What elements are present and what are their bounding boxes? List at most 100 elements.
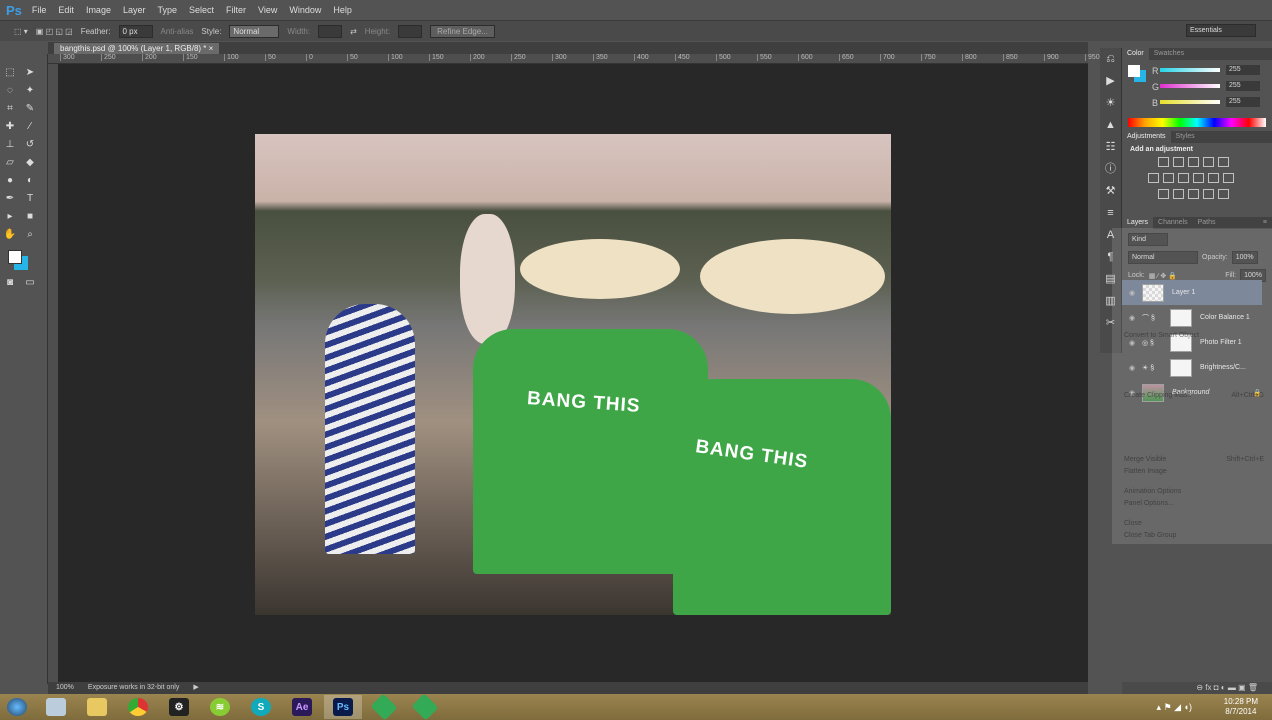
eyedropper-icon[interactable]: ✎ [23, 102, 37, 116]
blue-value[interactable]: 255 [1226, 97, 1260, 107]
start-button[interactable] [0, 695, 34, 719]
red-slider[interactable] [1160, 68, 1220, 72]
menu-item[interactable]: Merge Visible Shift+Ctrl+E [1124, 456, 1264, 463]
menu-select[interactable]: Select [189, 5, 214, 15]
menu-layer[interactable]: Layer [123, 5, 146, 15]
menu-window[interactable]: Window [289, 5, 321, 15]
taskbar-after-effects[interactable]: Ae [283, 695, 321, 719]
taskbar-explorer[interactable] [78, 695, 116, 719]
menu-item[interactable]: Close Tab Group [1124, 532, 1264, 539]
style-select[interactable]: Normal [229, 24, 280, 38]
width-input[interactable] [318, 24, 343, 38]
black-white-icon[interactable] [1178, 173, 1189, 183]
taskbar-chrome[interactable] [119, 695, 157, 719]
tool-presets-icon[interactable]: ⚒ [1100, 180, 1121, 202]
paint-bucket-icon[interactable]: ◆ [23, 156, 37, 170]
menu-help[interactable]: Help [333, 5, 352, 15]
menu-item[interactable]: Animation Options [1124, 488, 1264, 495]
exposure-icon[interactable] [1203, 157, 1214, 167]
zoom-tool-icon[interactable]: ⌕ [23, 228, 37, 242]
menu-image[interactable]: Image [86, 5, 111, 15]
hand-tool-icon[interactable]: ✋ [3, 228, 17, 242]
histogram-icon[interactable]: ▲ [1100, 114, 1121, 136]
zoom-level[interactable]: 100% [56, 682, 74, 694]
taskbar-notepad[interactable] [37, 695, 75, 719]
workspace-select[interactable]: Essentials [1186, 24, 1256, 37]
screen-mode-icon[interactable]: ▭ [23, 276, 37, 290]
crop-tool-icon[interactable]: ⌗ [3, 102, 17, 116]
taskbar-spotify[interactable]: ≋ [201, 695, 239, 719]
channel-mixer-icon[interactable] [1208, 173, 1219, 183]
swap-icon[interactable]: ⇄ [350, 27, 357, 36]
height-input[interactable] [398, 24, 423, 38]
move-tool-icon[interactable]: ➤ [23, 66, 37, 80]
type-tool-icon[interactable]: T [23, 192, 37, 206]
taskbar-skype[interactable]: S [242, 695, 280, 719]
green-value[interactable]: 255 [1226, 81, 1260, 91]
system-tray-icons[interactable]: ▴ ⚑ ◢ ◖) [1157, 702, 1192, 713]
marquee-tool-icon[interactable]: ⬚ [3, 66, 17, 80]
menu-item[interactable]: Close [1124, 520, 1264, 527]
foreground-color-swatch[interactable] [8, 250, 22, 264]
document-image[interactable]: BANG THIS BANG THIS [255, 134, 891, 615]
blur-tool-icon[interactable]: ● [3, 174, 17, 188]
brightness-icon[interactable] [1158, 157, 1169, 167]
color-lookup-icon[interactable] [1223, 173, 1234, 183]
blue-slider[interactable] [1160, 100, 1220, 104]
shape-tool-icon[interactable]: ■ [23, 210, 37, 224]
taskbar-steam[interactable]: ⚙ [160, 695, 198, 719]
anti-alias-checkbox[interactable]: Anti-alias [161, 27, 194, 36]
menu-type[interactable]: Type [157, 5, 177, 15]
pen-tool-icon[interactable]: ✒ [3, 192, 17, 206]
history-brush-icon[interactable]: ↺ [23, 138, 37, 152]
color-swatches[interactable] [8, 248, 47, 274]
clock[interactable]: 10:28 PM 8/7/2014 [1224, 697, 1258, 717]
color-balance-icon[interactable] [1163, 173, 1174, 183]
curves-icon[interactable] [1188, 157, 1199, 167]
taskbar-photoshop[interactable]: Ps [324, 695, 362, 719]
menu-filter[interactable]: Filter [226, 5, 246, 15]
history-icon[interactable]: ⎌ [1100, 48, 1121, 70]
menu-item[interactable]: Panel Options... [1124, 500, 1264, 507]
info-icon[interactable]: ⓘ [1100, 158, 1121, 180]
actions-icon[interactable]: ▶ [1100, 70, 1121, 92]
refine-edge-button[interactable]: Refine Edge... [430, 24, 495, 38]
tab-styles[interactable]: Styles [1171, 131, 1200, 143]
magic-wand-icon[interactable]: ✦ [23, 84, 37, 98]
tab-color[interactable]: Color [1122, 48, 1149, 60]
photo-filter-icon[interactable] [1193, 173, 1204, 183]
marquee-tool-icon[interactable]: ⬚ ▾ [14, 27, 28, 36]
levels-icon[interactable] [1173, 157, 1184, 167]
posterize-icon[interactable] [1173, 189, 1184, 199]
threshold-icon[interactable] [1188, 189, 1199, 199]
menu-item[interactable]: Convert to Smart Object [1124, 332, 1264, 339]
green-slider[interactable] [1160, 84, 1220, 88]
healing-brush-icon[interactable]: ✚ [3, 120, 17, 134]
lasso-tool-icon[interactable]: ◌ [3, 84, 17, 98]
brush-presets-icon[interactable]: ≡ [1100, 202, 1121, 224]
taskbar-app[interactable] [406, 693, 444, 720]
taskbar-app[interactable] [365, 693, 403, 720]
color-ramp[interactable] [1128, 118, 1266, 127]
hue-saturation-icon[interactable] [1148, 173, 1159, 183]
selective-color-icon[interactable] [1203, 189, 1214, 199]
quick-mask-icon[interactable]: ◙ [3, 276, 17, 290]
menu-edit[interactable]: Edit [58, 5, 74, 15]
eraser-icon[interactable]: ▱ [3, 156, 17, 170]
menu-item[interactable]: Flatten Image [1124, 468, 1264, 475]
menu-item[interactable]: Create Clipping Mask Alt+Ctrl+G [1124, 392, 1264, 399]
document-tab[interactable]: bangthis.psd @ 100% (Layer 1, RGB/8) * × [54, 43, 220, 54]
gradient-map-icon[interactable] [1218, 189, 1229, 199]
foreground-color-swatch[interactable] [1128, 65, 1140, 77]
selection-mode-icons[interactable]: ▣ ◰ ◱ ◲ [36, 27, 73, 36]
dodge-tool-icon[interactable]: ◐ [23, 174, 37, 188]
status-arrow-icon[interactable]: ▶ [193, 682, 198, 694]
menu-file[interactable]: File [32, 5, 47, 15]
vibrance-icon[interactable] [1218, 157, 1229, 167]
properties-icon[interactable]: ☷ [1100, 136, 1121, 158]
red-value[interactable]: 255 [1226, 65, 1260, 75]
menu-view[interactable]: View [258, 5, 277, 15]
invert-icon[interactable] [1158, 189, 1169, 199]
path-select-icon[interactable]: ▸ [3, 210, 17, 224]
clone-stamp-icon[interactable]: ⊥ [3, 138, 17, 152]
